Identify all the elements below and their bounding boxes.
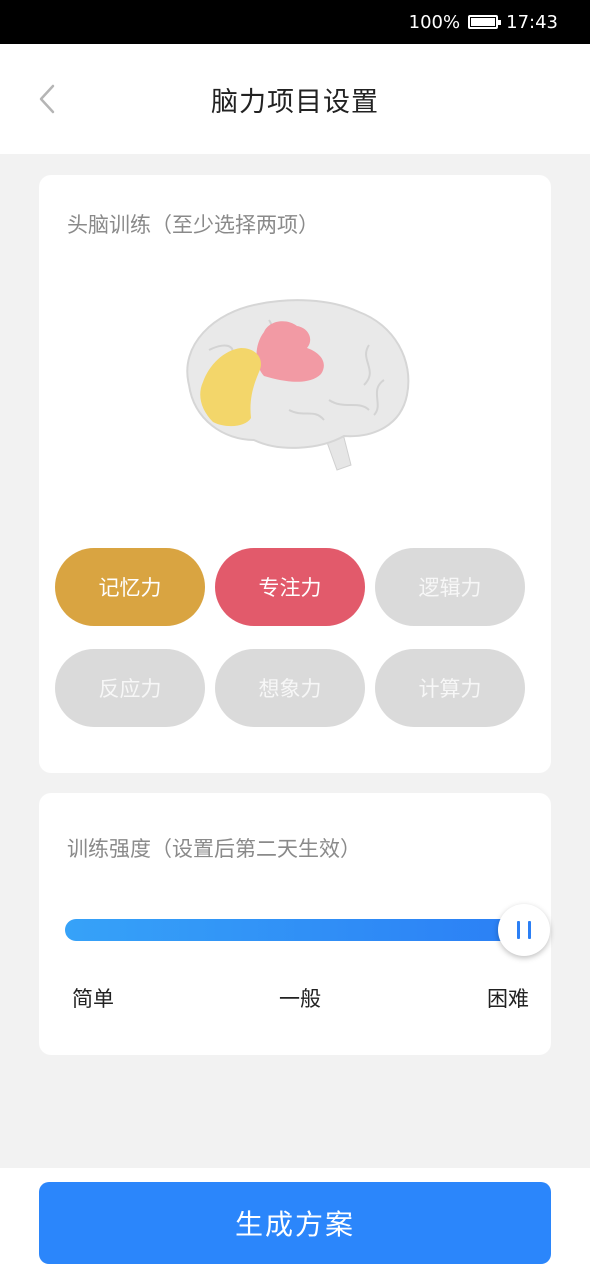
intensity-slider-thumb[interactable] bbox=[498, 904, 550, 956]
battery-percent: 100% bbox=[408, 11, 461, 33]
skill-memory-button[interactable]: 记忆力 bbox=[55, 548, 205, 626]
skill-imagination-button[interactable]: 想象力 bbox=[215, 649, 365, 727]
clock: 17:43 bbox=[506, 11, 558, 33]
level-medium[interactable]: 一般 bbox=[279, 983, 321, 1013]
skill-focus-button[interactable]: 专注力 bbox=[215, 548, 365, 626]
battery-icon bbox=[468, 15, 502, 29]
level-hard[interactable]: 困难 bbox=[487, 983, 529, 1013]
skill-calculation-button[interactable]: 计算力 bbox=[375, 649, 525, 727]
footer: 生成方案 bbox=[0, 1168, 590, 1278]
generate-plan-button[interactable]: 生成方案 bbox=[39, 1182, 551, 1264]
page-title: 脑力项目设置 bbox=[211, 86, 379, 118]
status-bar: 100% 17:43 bbox=[0, 0, 590, 44]
brain-training-card: 头脑训练（至少选择两项） 记忆力 专注力 逻辑力 反应力 想象力 计算力 bbox=[39, 175, 551, 773]
intensity-label: 训练强度（设置后第二天生效） bbox=[67, 837, 361, 861]
skill-logic-button[interactable]: 逻辑力 bbox=[375, 548, 525, 626]
nav-bar: 脑力项目设置 bbox=[0, 44, 590, 154]
skill-reaction-button[interactable]: 反应力 bbox=[55, 649, 205, 727]
level-easy[interactable]: 简单 bbox=[72, 983, 114, 1013]
pause-icon bbox=[517, 921, 520, 939]
brain-training-label: 头脑训练（至少选择两项） bbox=[67, 213, 319, 237]
chevron-left-icon bbox=[39, 84, 55, 114]
intensity-slider-track[interactable] bbox=[65, 919, 527, 941]
back-button[interactable] bbox=[30, 82, 64, 116]
intensity-card: 训练强度（设置后第二天生效） 简单 一般 困难 bbox=[39, 793, 551, 1055]
brain-illustration bbox=[186, 299, 410, 471]
